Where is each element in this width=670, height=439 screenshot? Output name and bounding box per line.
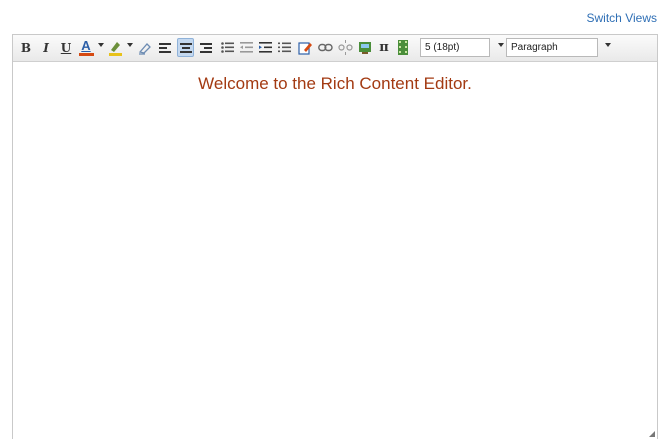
align-left-button[interactable] [158, 38, 172, 57]
bold-icon: B [20, 40, 32, 55]
clear-formatting-button[interactable] [136, 38, 152, 57]
welcome-message: Welcome to the Rich Content Editor. [198, 74, 472, 93]
align-center-button[interactable] [177, 38, 194, 57]
editor-toolbar: B I U A π 5 (18pt) Paragraph [13, 35, 657, 62]
insert-content-button[interactable] [297, 38, 313, 57]
underline-icon: U [60, 40, 72, 55]
background-color-button[interactable] [106, 38, 124, 57]
bullet-list-button[interactable] [220, 38, 234, 57]
switch-views-link[interactable]: Switch Views [587, 11, 657, 25]
rich-content-editor: B I U A π 5 (18pt) Paragraph Welcome to … [12, 34, 658, 439]
underline-button[interactable]: U [59, 38, 73, 57]
indent-icon [258, 42, 272, 53]
format-select[interactable]: Paragraph [506, 38, 598, 57]
editor-content-area[interactable]: Welcome to the Rich Content Editor. [13, 62, 657, 439]
remove-link-button[interactable] [337, 38, 353, 57]
resize-handle[interactable] [649, 431, 655, 437]
bold-button[interactable]: B [19, 38, 33, 57]
format-dropdown-arrow[interactable] [605, 43, 611, 47]
highlighter-icon [109, 41, 122, 56]
insert-link-button[interactable] [317, 38, 333, 57]
align-right-icon [200, 42, 212, 53]
unlink-icon [337, 40, 353, 55]
align-center-icon [179, 42, 192, 53]
pi-icon: π [379, 40, 389, 55]
align-left-icon [159, 42, 171, 53]
insert-image-button[interactable] [357, 38, 373, 57]
font-color-button[interactable]: A [77, 38, 95, 57]
film-strip-icon [398, 40, 408, 55]
format-value: Paragraph [511, 42, 558, 53]
insert-math-button[interactable]: π [377, 38, 391, 57]
font-size-value: 5 (18pt) [425, 42, 460, 53]
italic-icon: I [43, 40, 49, 55]
insert-media-button[interactable] [396, 38, 410, 57]
outdent-button[interactable] [239, 38, 253, 57]
font-color-dropdown-arrow[interactable] [98, 43, 104, 47]
background-color-dropdown-arrow[interactable] [127, 43, 133, 47]
align-right-button[interactable] [199, 38, 213, 57]
indent-button[interactable] [258, 38, 272, 57]
numbered-list-button[interactable] [277, 38, 291, 57]
image-icon [359, 41, 371, 54]
eraser-icon [138, 42, 151, 55]
font-size-select[interactable]: 5 (18pt) [420, 38, 490, 57]
bullet-list-icon [220, 42, 234, 53]
font-size-dropdown-arrow[interactable] [498, 43, 504, 47]
outdent-icon [239, 42, 253, 53]
font-color-icon: A [81, 38, 91, 53]
italic-button[interactable]: I [39, 38, 53, 57]
font-color-swatch [78, 53, 94, 56]
link-icon [317, 43, 333, 52]
edit-document-icon [298, 41, 312, 55]
numbered-list-icon [277, 42, 291, 53]
